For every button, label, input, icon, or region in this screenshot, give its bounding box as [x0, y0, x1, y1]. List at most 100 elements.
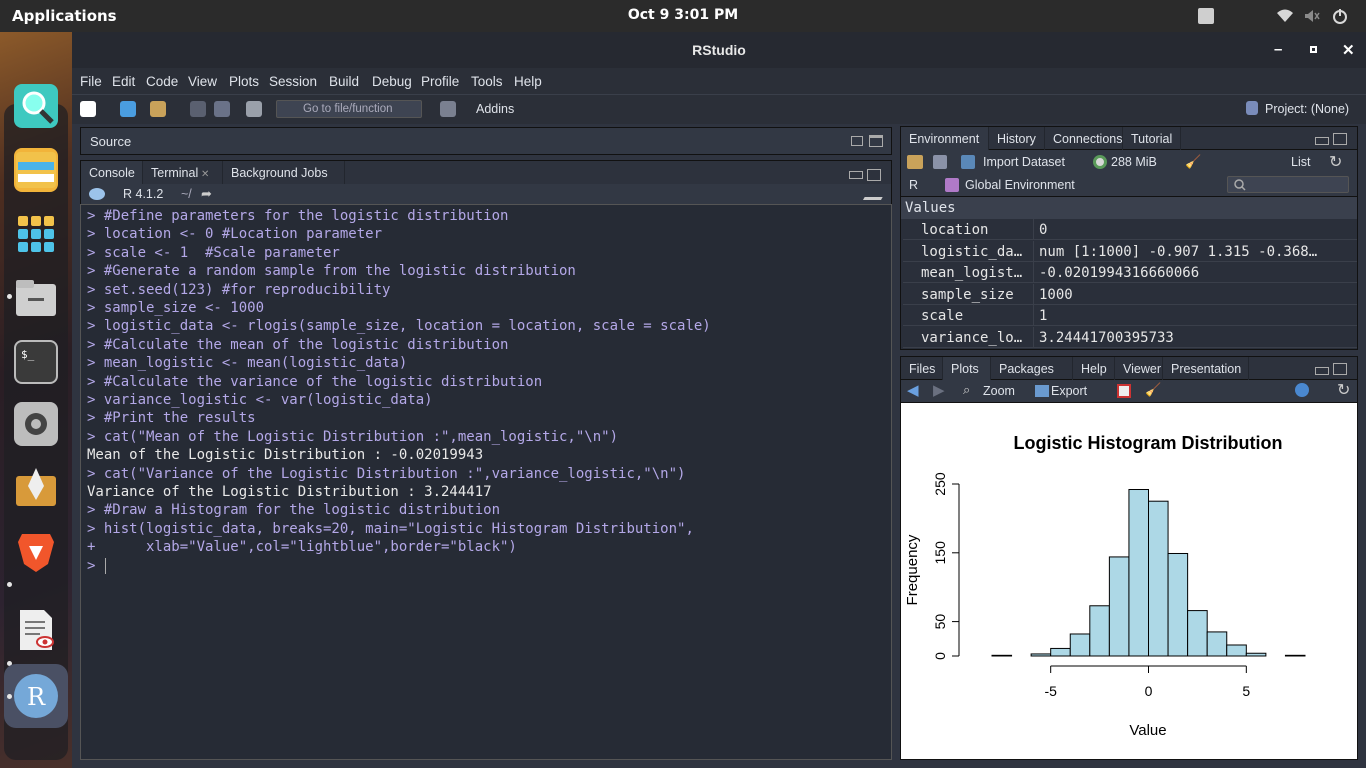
- env-row[interactable]: mean_logist… -0.0201994316660066: [903, 262, 1357, 283]
- env-row[interactable]: logistic_da… num [1:1000] -0.907 1.315 -0…: [903, 240, 1357, 262]
- tab-terminal[interactable]: Terminal ✕: [143, 161, 223, 185]
- tab-history[interactable]: History: [989, 127, 1045, 151]
- export-menu[interactable]: Export: [1051, 384, 1087, 398]
- minimize-button[interactable]: –: [1274, 41, 1282, 58]
- env-search-input[interactable]: [1227, 176, 1349, 193]
- document-viewer-icon[interactable]: [14, 608, 58, 652]
- console-output[interactable]: > #Define parameters for the logistic di…: [80, 204, 892, 760]
- source-pane: Source: [80, 127, 892, 155]
- refresh-icon[interactable]: ↻: [1329, 152, 1342, 172]
- save-all-icon[interactable]: [214, 101, 230, 117]
- env-values-table: Values location 0 logistic_da… num [1:1000]…: [900, 196, 1358, 350]
- tab-viewer[interactable]: Viewer: [1115, 357, 1163, 381]
- load-workspace-icon[interactable]: [907, 155, 923, 169]
- environment-dropdown[interactable]: Global Environment: [965, 178, 1075, 192]
- histogram-bar: [1050, 647, 1071, 657]
- console-command-line: > #Calculate the variance of the logisti…: [87, 373, 543, 390]
- restore-pane-icon[interactable]: [851, 136, 863, 146]
- search-app-icon[interactable]: [14, 84, 58, 128]
- menu-build[interactable]: Build: [329, 74, 359, 89]
- rocket-app-icon[interactable]: [14, 466, 58, 510]
- menu-file[interactable]: File: [80, 74, 102, 89]
- terminal-icon[interactable]: $_: [14, 340, 58, 384]
- files-app-icon[interactable]: [14, 148, 58, 192]
- tab-files[interactable]: Files: [901, 357, 943, 381]
- new-file-icon[interactable]: [80, 101, 96, 117]
- rstudio-app-icon[interactable]: R: [14, 674, 58, 718]
- minimize-pane-icon[interactable]: [1315, 367, 1329, 375]
- tab-label: Plots: [951, 362, 979, 376]
- minimize-pane-icon[interactable]: [849, 171, 863, 179]
- screen-icon[interactable]: [1198, 8, 1214, 24]
- publish-icon[interactable]: [1295, 383, 1309, 397]
- volume-icon[interactable]: [1304, 9, 1320, 23]
- tab-help[interactable]: Help: [1073, 357, 1115, 381]
- maximize-button[interactable]: [1310, 46, 1317, 53]
- menu-plots[interactable]: Plots: [229, 74, 259, 89]
- app-grid-icon[interactable]: [14, 212, 58, 256]
- wifi-icon[interactable]: [1276, 9, 1294, 23]
- menu-view[interactable]: View: [188, 74, 217, 89]
- refresh-icon[interactable]: ↻: [1337, 380, 1350, 400]
- tab-packages[interactable]: Packages: [991, 357, 1073, 381]
- goto-directory-icon[interactable]: ➦: [201, 186, 212, 202]
- clear-console-icon[interactable]: [862, 186, 890, 200]
- maximize-pane-icon[interactable]: [1333, 363, 1347, 375]
- new-project-icon[interactable]: [120, 101, 136, 117]
- clock[interactable]: Oct 9 3:01 PM: [0, 7, 1366, 23]
- remove-plot-icon[interactable]: [1117, 384, 1131, 398]
- import-dataset-button[interactable]: Import Dataset: [983, 155, 1065, 169]
- env-row[interactable]: sample_size 1000: [903, 283, 1357, 305]
- goto-file-input[interactable]: Go to file/function: [276, 100, 422, 118]
- env-var-value: 1000: [1039, 286, 1073, 303]
- column-divider: [1033, 326, 1034, 348]
- tab-connections[interactable]: Connections: [1045, 127, 1123, 151]
- project-menu[interactable]: Project: (None): [1265, 102, 1349, 116]
- tab-environment[interactable]: Environment: [901, 127, 989, 151]
- menu-tools[interactable]: Tools: [471, 74, 503, 89]
- save-icon[interactable]: [190, 101, 206, 117]
- next-plot-icon[interactable]: ▶: [933, 381, 945, 399]
- print-icon[interactable]: [246, 101, 262, 117]
- tab-presentation[interactable]: Presentation: [1163, 357, 1249, 381]
- workspace-panes-icon[interactable]: [440, 101, 456, 117]
- zoom-button[interactable]: Zoom: [983, 384, 1015, 398]
- minimize-pane-icon[interactable]: [1315, 137, 1329, 145]
- close-button[interactable]: ✕: [1342, 41, 1355, 59]
- maximize-pane-icon[interactable]: [867, 169, 881, 181]
- addins-menu[interactable]: Addins: [476, 102, 514, 116]
- tab-console[interactable]: Console: [81, 161, 143, 185]
- maximize-pane-icon[interactable]: [1333, 133, 1347, 145]
- menu-session[interactable]: Session: [269, 74, 317, 89]
- env-row[interactable]: location 0: [903, 219, 1357, 240]
- save-workspace-icon[interactable]: [933, 155, 947, 169]
- clear-plots-icon[interactable]: 🧹: [1145, 382, 1161, 398]
- open-file-icon[interactable]: [150, 101, 166, 117]
- tab-tutorial[interactable]: Tutorial: [1123, 127, 1181, 151]
- window-title: RStudio: [692, 42, 746, 58]
- menu-profile[interactable]: Profile: [421, 74, 459, 89]
- tab-background-jobs[interactable]: Background Jobs ✕: [223, 161, 345, 194]
- menu-code[interactable]: Code: [146, 74, 178, 89]
- env-row[interactable]: scale 1: [903, 305, 1357, 326]
- file-manager-icon[interactable]: [14, 276, 58, 320]
- plot-viewer[interactable]: Logistic Histogram Distribution Value Fr…: [900, 402, 1358, 760]
- menu-help[interactable]: Help: [514, 74, 542, 89]
- menu-edit[interactable]: Edit: [112, 74, 135, 89]
- maximize-pane-icon[interactable]: [869, 135, 883, 147]
- x-tick-label: -5: [1044, 683, 1057, 699]
- menu-debug[interactable]: Debug: [372, 74, 412, 89]
- clear-workspace-icon[interactable]: 🧹: [1185, 154, 1201, 170]
- settings-gear-icon[interactable]: [14, 402, 58, 446]
- memory-usage-button[interactable]: 288 MiB: [1111, 155, 1157, 169]
- close-tab-icon[interactable]: ✕: [198, 169, 209, 180]
- brave-browser-icon[interactable]: [14, 530, 58, 574]
- console-command-line: > scale <- 1 #Scale parameter: [87, 244, 340, 261]
- working-directory[interactable]: ~/: [181, 187, 192, 201]
- language-dropdown[interactable]: R: [909, 178, 918, 192]
- power-icon[interactable]: [1332, 8, 1348, 24]
- tab-plots[interactable]: Plots: [943, 357, 991, 381]
- previous-plot-icon[interactable]: ◀: [907, 381, 919, 399]
- env-row[interactable]: variance_lo… 3.24441700395733: [903, 326, 1357, 348]
- view-mode-dropdown[interactable]: List: [1291, 155, 1310, 169]
